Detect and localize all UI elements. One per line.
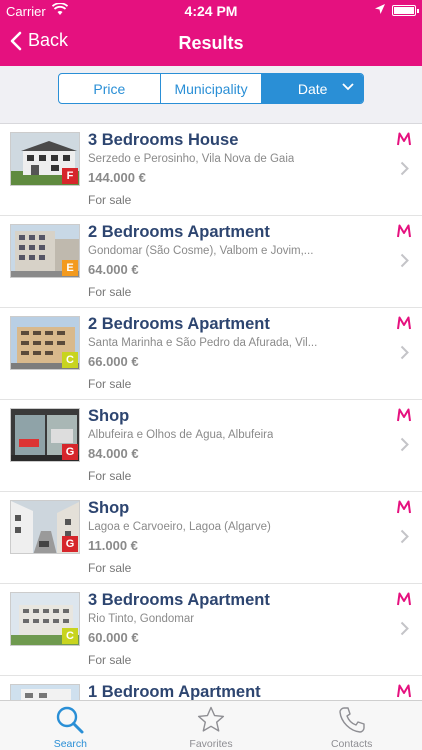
listing-title: 1 Bedroom Apartment: [88, 683, 261, 700]
tab-contacts[interactable]: Contacts: [281, 701, 422, 750]
tab-bar: Search Favorites Contacts: [0, 700, 422, 750]
chevron-right-icon: [400, 529, 409, 544]
energy-rating-badge: C: [62, 352, 78, 368]
listing-price: 11.000 €: [88, 538, 138, 553]
sort-municipality-segment[interactable]: Municipality: [161, 74, 263, 103]
listing-row[interactable]: F 3 Bedrooms House Serzedo e Perosinho, …: [0, 124, 422, 216]
listing-row[interactable]: C 3 Bedrooms Apartment Rio Tinto, Gondom…: [0, 584, 422, 676]
chevron-right-icon: [400, 253, 409, 268]
brand-logo-icon: [397, 684, 411, 698]
listing-title: Shop: [88, 499, 130, 517]
phone-icon: [337, 705, 367, 740]
sort-segmented-control: Price Municipality Date: [58, 73, 364, 104]
brand-logo-icon: [397, 408, 411, 422]
listing-title: 2 Bedrooms Apartment: [88, 223, 270, 241]
status-time: 4:24 PM: [184, 3, 238, 19]
brand-logo-icon: [397, 316, 411, 330]
listing-location: Rio Tinto, Gondomar: [88, 613, 195, 625]
star-icon: [196, 705, 226, 740]
listing-title: 2 Bedrooms Apartment: [88, 315, 270, 333]
listing-row[interactable]: G Shop Lagoa e Carvoeiro, Lagoa (Algarve…: [0, 492, 422, 584]
tab-search[interactable]: Search: [0, 701, 141, 750]
listing-row[interactable]: 1 Bedroom Apartment: [0, 676, 422, 700]
listing-status: For sale: [88, 193, 132, 207]
property-photo: G: [10, 408, 80, 462]
chevron-right-icon: [400, 621, 409, 636]
search-icon: [55, 705, 85, 740]
listing-title: Shop: [88, 407, 130, 425]
tab-contacts-label: Contacts: [330, 738, 373, 750]
listing-status: For sale: [88, 377, 132, 391]
sort-price-segment[interactable]: Price: [59, 74, 161, 103]
status-bar: Carrier 4:24 PM: [0, 0, 422, 22]
listing-price: 84.000 €: [88, 446, 139, 461]
navigation-bar: Back Results: [0, 22, 422, 66]
location-arrow-icon: [374, 3, 386, 18]
tab-favorites[interactable]: Favorites: [141, 701, 282, 750]
energy-rating-badge: G: [62, 536, 78, 552]
sort-date-label: Date: [297, 80, 328, 97]
back-label: Back: [28, 30, 69, 50]
chevron-down-icon: [342, 83, 354, 91]
listing-location: Albufeira e Olhos de Água, Albufeira: [88, 429, 274, 441]
energy-rating-badge: C: [62, 628, 78, 644]
chevron-left-icon: [10, 31, 22, 50]
listing-price: 66.000 €: [88, 354, 139, 369]
listing-price: 144.000 €: [88, 170, 146, 185]
property-photo: F: [10, 132, 80, 186]
listing-row[interactable]: C 2 Bedrooms Apartment Santa Marinha e S…: [0, 308, 422, 400]
listing-status: For sale: [88, 469, 132, 483]
energy-rating-badge: F: [62, 168, 78, 184]
listing-row[interactable]: E 2 Bedrooms Apartment Gondomar (São Cos…: [0, 216, 422, 308]
brand-logo-icon: [397, 224, 411, 238]
listing-location: Serzedo e Perosinho, Vila Nova de Gaia: [88, 153, 295, 165]
property-photo: C: [10, 316, 80, 370]
listing-row[interactable]: G Shop Albufeira e Olhos de Água, Albufe…: [0, 400, 422, 492]
sort-bar: Price Municipality Date: [0, 66, 422, 124]
property-photo: C: [10, 592, 80, 646]
property-photo: E: [10, 224, 80, 278]
listing-status: For sale: [88, 561, 132, 575]
brand-logo-icon: [397, 132, 411, 146]
tab-search-label: Search: [53, 738, 87, 750]
brand-logo-icon: [397, 500, 411, 514]
brand-logo-icon: [397, 592, 411, 606]
listing-title: 3 Bedrooms House: [88, 131, 239, 149]
listing-location: Gondomar (São Cosme), Valbom e Jovim,...: [88, 245, 314, 257]
sort-date-segment[interactable]: Date: [262, 74, 363, 103]
listing-location: Lagoa e Carvoeiro, Lagoa (Algarve): [88, 521, 271, 533]
chevron-right-icon: [400, 437, 409, 452]
listing-price: 60.000 €: [88, 630, 139, 645]
energy-rating-badge: G: [62, 444, 78, 460]
sort-price-label: Price: [93, 80, 126, 97]
listing-status: For sale: [88, 285, 132, 299]
energy-rating-badge: E: [62, 260, 78, 276]
chevron-right-icon: [400, 345, 409, 360]
results-list[interactable]: F 3 Bedrooms House Serzedo e Perosinho, …: [0, 124, 422, 700]
listing-location: Santa Marinha e São Pedro da Afurada, Vi…: [88, 337, 318, 349]
tab-favorites-label: Favorites: [189, 738, 233, 750]
listing-price: 64.000 €: [88, 262, 139, 277]
battery-icon: [392, 5, 419, 16]
sort-municipality-label: Municipality: [174, 80, 248, 97]
back-button[interactable]: Back: [10, 30, 68, 51]
listing-status: For sale: [88, 653, 132, 667]
listing-title: 3 Bedrooms Apartment: [88, 591, 270, 609]
property-photo: [10, 684, 80, 700]
property-photo: G: [10, 500, 80, 554]
chevron-right-icon: [400, 161, 409, 176]
